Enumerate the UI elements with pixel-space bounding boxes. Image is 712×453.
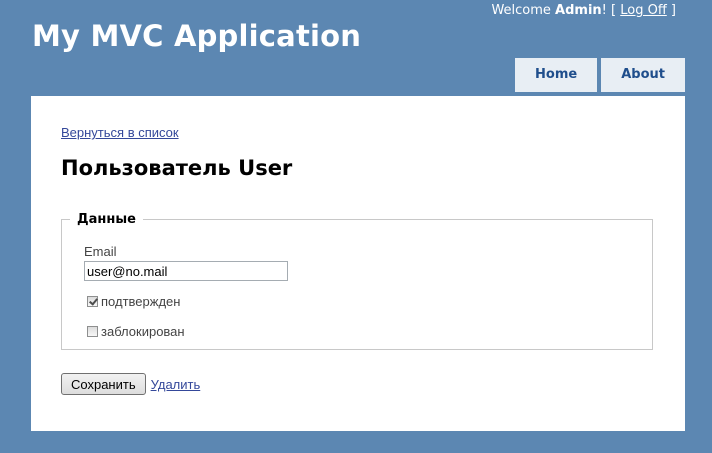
main-menu: Home About — [515, 58, 685, 92]
page-title: Пользователь User — [61, 156, 293, 180]
main-content: Вернуться в список Пользователь User Дан… — [31, 96, 685, 431]
delete-link[interactable]: Удалить — [151, 377, 201, 392]
email-field[interactable] — [84, 261, 288, 281]
welcome-prefix: Welcome — [491, 3, 556, 18]
bracket-close: ] — [666, 3, 676, 18]
blocked-label: заблокирован — [101, 324, 185, 339]
menu-item-home[interactable]: Home — [515, 58, 598, 92]
confirmed-row[interactable]: подтвержден — [87, 294, 180, 309]
blocked-checkbox[interactable] — [87, 326, 98, 337]
login-display: Welcome Admin! [ Log Off ] — [491, 3, 676, 18]
username: Admin — [555, 3, 602, 18]
logoff-link[interactable]: Log Off — [620, 3, 667, 18]
menu-item-about[interactable]: About — [601, 58, 685, 92]
back-to-list-link[interactable]: Вернуться в список — [61, 125, 179, 140]
confirmed-checkbox[interactable] — [87, 296, 98, 307]
blocked-row[interactable]: заблокирован — [87, 324, 185, 339]
app-title: My MVC Application — [32, 19, 362, 53]
email-label: Email — [84, 244, 117, 259]
data-fieldset: Данные Email подтвержден заблокирован — [61, 212, 653, 350]
confirmed-label: подтвержден — [101, 294, 181, 309]
form-actions: Сохранить Удалить — [61, 373, 200, 395]
save-button[interactable]: Сохранить — [61, 373, 146, 395]
fieldset-legend: Данные — [77, 212, 136, 227]
page: My MVC Application Welcome Admin! [ Log … — [0, 0, 712, 453]
welcome-suffix: ! [ — [601, 3, 621, 18]
